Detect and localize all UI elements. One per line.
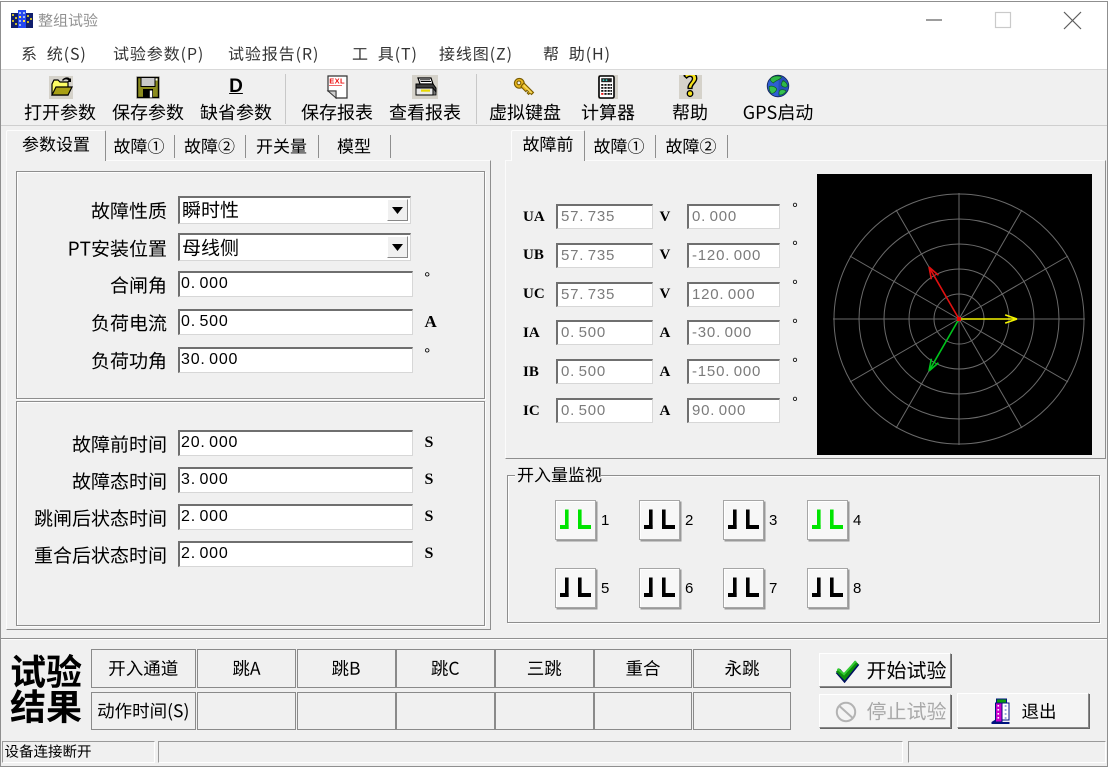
svg-text:EXL: EXL [329,77,345,86]
